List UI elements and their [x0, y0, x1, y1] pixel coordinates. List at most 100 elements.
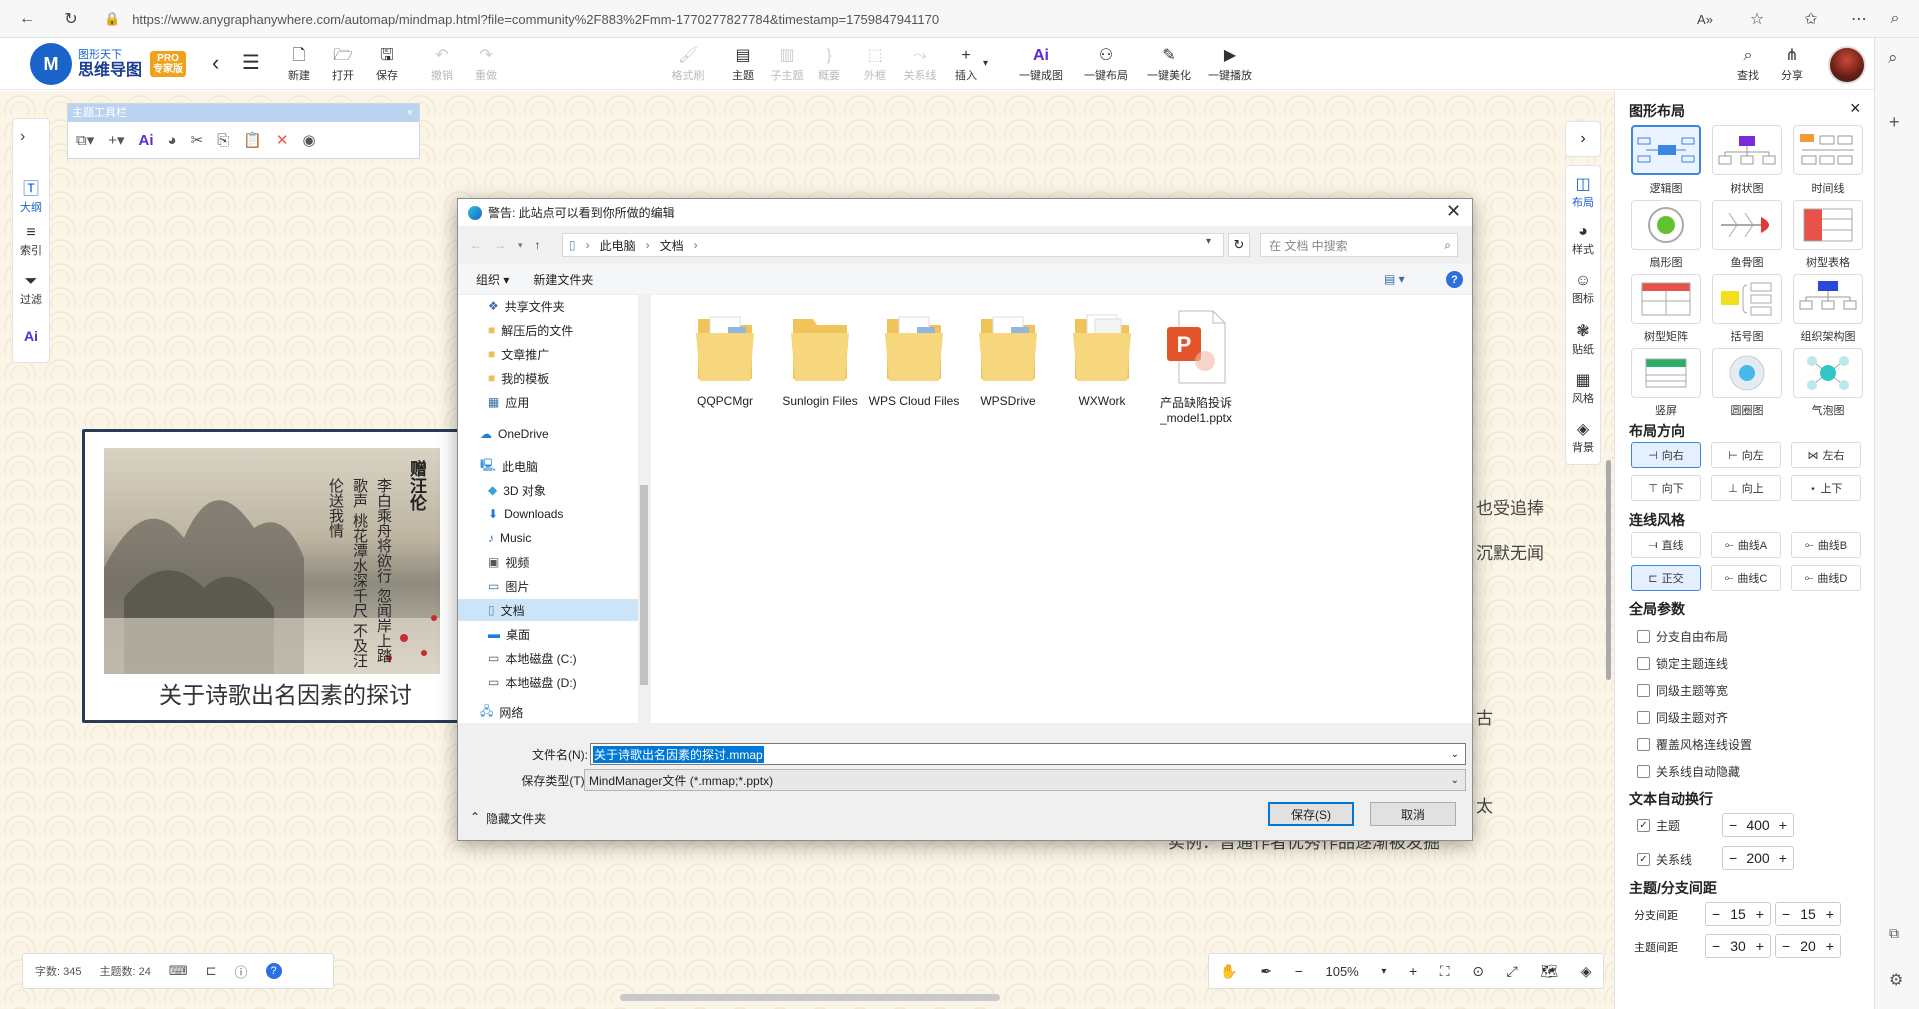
edge-settings-icon[interactable]: ⚙ [1889, 970, 1903, 990]
layout-tree-table[interactable] [1793, 200, 1863, 250]
copy-style-icon[interactable]: ⧉▾ [76, 131, 94, 149]
canvas-vertical-scrollbar[interactable] [1606, 460, 1611, 680]
help-icon[interactable]: ? [265, 963, 282, 979]
icon-tab[interactable]: ☺ 图标 [1565, 272, 1601, 306]
edge-search-icon[interactable]: ⌕ [1888, 48, 1898, 68]
wrap-topic-value[interactable]: 400 [1746, 817, 1769, 833]
layout-bubble[interactable] [1793, 348, 1863, 398]
direction-down-button[interactable]: ⊤ 向下 [1631, 475, 1701, 501]
file-item-folder[interactable]: WPSDrive [959, 309, 1057, 408]
edge-add-icon[interactable]: + [1889, 112, 1900, 133]
index-tab[interactable]: ≡ 索引 [12, 224, 50, 258]
view-options-icon[interactable]: ▤ ▾ [1384, 272, 1405, 286]
boundary-button[interactable]: ⬚ 外框 [859, 44, 891, 86]
line-curve-b-button[interactable]: ⟜ 曲线B [1791, 532, 1861, 558]
path-this-pc[interactable]: 此电脑 [600, 237, 636, 254]
expand-left-chevron-icon[interactable]: › [20, 128, 25, 146]
checkbox[interactable] [1637, 711, 1650, 724]
nav-item-downloads[interactable]: ⬇ Downloads [458, 503, 650, 525]
layout-timeline[interactable] [1793, 125, 1863, 175]
dialog-path-bar[interactable]: ▯ › 此电脑 › 文档 › [562, 233, 1224, 257]
checkbox-checked[interactable]: ✓ [1637, 853, 1650, 866]
close-icon[interactable]: × [1850, 98, 1861, 119]
zoom-out-icon[interactable]: − [1295, 963, 1303, 979]
minus-icon[interactable]: − [1712, 938, 1720, 954]
open-button[interactable]: 🗁 打开 [327, 44, 359, 86]
line-curve-c-button[interactable]: ⟜ 曲线C [1711, 565, 1781, 591]
sticker-tab[interactable]: ❃ 贴纸 [1565, 321, 1601, 357]
canvas-horizontal-scrollbar[interactable] [620, 994, 1000, 1001]
nav-item-3d[interactable]: ◆ 3D 对象 [458, 479, 650, 501]
relation-button[interactable]: ⤳ 关系线 [900, 44, 940, 86]
keyboard-icon[interactable]: ⌨ [169, 963, 188, 979]
layout-bracket[interactable] [1712, 274, 1782, 324]
layout-fan[interactable] [1631, 200, 1701, 250]
nav-item-videos[interactable]: ▣ 视频 [458, 551, 650, 573]
nav-item-drive-d[interactable]: ▭ 本地磁盘 (D:) [458, 671, 650, 693]
close-icon[interactable]: ✕ [1446, 201, 1461, 222]
theme-style-tab[interactable]: ▦ 风格 [1565, 370, 1601, 406]
new-folder-button[interactable]: 新建文件夹 [533, 271, 593, 288]
file-item-folder[interactable]: WXWork [1053, 309, 1151, 408]
copy-icon[interactable]: ⎘ [217, 132, 229, 149]
minus-icon[interactable]: − [1782, 938, 1790, 954]
center-icon[interactable]: ⊙ [1472, 963, 1484, 980]
layers-icon[interactable]: ◈ [1581, 963, 1592, 980]
topic-spacing-stepper-1[interactable]: −30 + [1705, 934, 1771, 958]
summary-button[interactable]: } 概要 [813, 44, 845, 86]
read-aloud-icon[interactable]: A» [1692, 6, 1718, 32]
find-button[interactable]: ⌕ 查找 [1732, 44, 1764, 86]
refresh-icon[interactable]: ↻ [1228, 233, 1250, 257]
back-arrow-icon[interactable]: ← [14, 6, 40, 32]
file-item-folder[interactable]: Sunlogin Files [771, 309, 869, 408]
nav-item-templates[interactable]: ■ 我的模板 [458, 367, 650, 389]
option-align[interactable]: 同级主题对齐 [1637, 709, 1728, 726]
line-curve-a-button[interactable]: ⟜ 曲线A [1711, 532, 1781, 558]
plus-icon[interactable]: + [1779, 850, 1787, 866]
save-button[interactable]: 🖫 保存 [371, 44, 403, 86]
nav-item-shared[interactable]: ❖ 共享文件夹 [458, 295, 650, 317]
checkbox[interactable] [1637, 684, 1650, 697]
layout-tree-matrix[interactable] [1631, 274, 1701, 324]
file-item-folder[interactable]: WPS Cloud Files [865, 309, 963, 408]
plus-icon[interactable]: + [1756, 906, 1764, 922]
layout-circle[interactable] [1712, 348, 1782, 398]
line-curve-d-button[interactable]: ⟜ 曲线D [1791, 565, 1861, 591]
background-tab[interactable]: ◈ 背景 [1565, 419, 1601, 455]
dialog-search-input[interactable]: 在 文档 中搜索 ⌕ [1260, 233, 1458, 257]
nav-item-unzipped[interactable]: ■ 解压后的文件 [458, 319, 650, 341]
chevron-down-icon[interactable]: ⌄ [1451, 749, 1459, 760]
format-brush-button[interactable]: 🖌 格式刷 [668, 44, 708, 86]
cut-icon[interactable]: ✂ [191, 131, 204, 149]
layout-org-chart[interactable] [1793, 274, 1863, 324]
one-click-beautify-button[interactable]: ✎ 一键美化 [1143, 44, 1195, 86]
branch-spacing-value-1[interactable]: 15 [1730, 906, 1746, 922]
file-item-pptx[interactable]: P 产品缺陷投诉_model1.pptx [1147, 309, 1245, 425]
topic-spacing-value-1[interactable]: 30 [1730, 938, 1746, 954]
minus-icon[interactable]: − [1782, 906, 1790, 922]
option-free-layout[interactable]: 分支自由布局 [1637, 628, 1728, 645]
plus-icon[interactable]: + [1779, 817, 1787, 833]
filetype-select[interactable]: MindManager文件 (*.mmap;*.pptx) ⌄ [584, 769, 1466, 791]
map-icon[interactable]: 🗺 [1540, 963, 1558, 980]
more-menu-icon[interactable]: ⋯ [1846, 6, 1872, 32]
layout-logic[interactable] [1631, 125, 1701, 175]
subtopic-button[interactable]: ▥ 子主题 [767, 44, 807, 86]
save-dialog-button[interactable]: 保存(S) [1268, 802, 1354, 826]
line-orthogonal-button[interactable]: ⊏ 正交 [1631, 565, 1701, 591]
one-click-layout-button[interactable]: ⚇ 一键布局 [1080, 44, 1132, 86]
forward-arrow-icon[interactable]: → [494, 238, 506, 252]
minus-icon[interactable]: − [1729, 850, 1737, 866]
nav-item-music[interactable]: ♪ Music [458, 527, 650, 549]
zoom-level[interactable]: 105% [1325, 964, 1358, 979]
checkbox-checked[interactable]: ✓ [1637, 819, 1650, 832]
nav-item-onedrive[interactable]: ☁ OneDrive [458, 423, 650, 445]
nav-item-desktop[interactable]: ▬ 桌面 [458, 623, 650, 645]
outline-tab[interactable]: 🅃 大纲 [12, 175, 50, 215]
delete-icon[interactable]: ✕ [276, 131, 289, 149]
wrap-relation-value[interactable]: 200 [1746, 850, 1769, 866]
filter-tab[interactable]: ⏷ 过滤 [12, 273, 50, 307]
palette-icon[interactable]: ◕ [168, 132, 177, 149]
wrap-topic-stepper[interactable]: −400 + [1722, 813, 1794, 837]
ai-icon[interactable]: Ai [139, 132, 154, 149]
